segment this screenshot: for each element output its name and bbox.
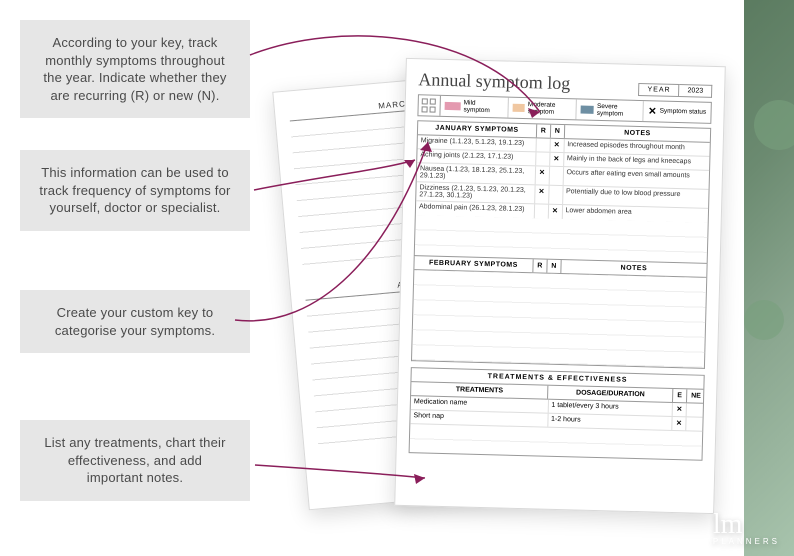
cell-n: ✕ <box>550 153 564 166</box>
symptom-name: Dizziness (2.1.23, 5.1.23, 20.1.23, 27.1… <box>416 182 535 203</box>
section-january: JANUARY SYMPTOMS R N NOTES Migraine (1.1… <box>414 120 711 264</box>
col-r: R <box>537 124 551 137</box>
key-moderate-label: Moderate symptom <box>528 101 572 116</box>
col-ne: NE <box>687 389 703 402</box>
col-n-feb: N <box>547 260 561 273</box>
callout-custom-key: Create your custom key to categorise you… <box>20 290 250 353</box>
cell-n <box>549 167 563 185</box>
february-blank-lines <box>412 270 706 368</box>
cell-notes: Potentially due to low blood pressure <box>563 186 709 208</box>
section-february: FEBRUARY SYMPTOMS R N NOTES <box>411 256 708 369</box>
cell-r: ✕ <box>535 166 549 184</box>
page-title: Annual symptom log <box>418 69 570 94</box>
key-mild-label: Mild symptom <box>463 99 503 114</box>
callout-track-frequency: This information can be used to track fr… <box>20 150 250 231</box>
cell-n: ✕ <box>550 139 564 152</box>
cell-r <box>534 204 548 218</box>
cell-ne <box>687 403 703 416</box>
swatch-severe <box>580 105 594 113</box>
year-value: 2023 <box>679 84 712 98</box>
callout-treatments: List any treatments, chart their effecti… <box>20 420 250 501</box>
cell-notes: Occurs after eating even small amounts <box>563 167 709 189</box>
cell-n: ✕ <box>548 205 562 219</box>
key-status: ✕ Symptom status <box>644 101 711 123</box>
key-grid-icon <box>418 95 441 116</box>
x-icon: ✕ <box>648 106 657 117</box>
cell-ne <box>686 417 702 430</box>
cell-n <box>549 186 563 204</box>
cell-r <box>536 138 550 151</box>
cell-e: ✕ <box>673 403 687 416</box>
logo-subtext: PLANNERS <box>713 537 780 546</box>
cell-r <box>536 152 550 165</box>
col-e: E <box>673 389 687 402</box>
col-r-feb: R <box>533 259 547 272</box>
logo-mark: lm <box>713 509 743 540</box>
key-severe: Severe symptom <box>576 99 644 121</box>
key-status-label: Symptom status <box>660 108 707 116</box>
cell-r: ✕ <box>535 185 549 203</box>
key-mild: Mild symptom <box>440 96 508 118</box>
year-label: YEAR <box>638 83 679 97</box>
key-severe-label: Severe symptom <box>597 103 639 118</box>
swatch-moderate <box>512 104 525 112</box>
col-n: N <box>551 125 565 138</box>
january-blank-lines <box>415 215 708 263</box>
planner-page-front: Annual symptom log YEAR 2023 Mild sympto… <box>394 58 726 514</box>
symptom-name: Nausea (1.1.23, 18.1.23, 25.1.23, 29.1.2… <box>417 163 536 184</box>
brand-logo: lm PLANNERS <box>713 509 780 546</box>
treatments-section: TREATMENTS & EFFECTIVENESS TREATMENTS DO… <box>409 367 705 461</box>
swatch-mild <box>445 102 461 110</box>
callout-track-monthly: According to your key, track monthly sym… <box>20 20 250 118</box>
cell-e: ✕ <box>672 417 686 430</box>
year-box: YEAR 2023 <box>638 83 712 98</box>
symptom-key-row: Mild symptom Moderate symptom Severe sym… <box>417 94 711 124</box>
key-moderate: Moderate symptom <box>508 98 576 120</box>
